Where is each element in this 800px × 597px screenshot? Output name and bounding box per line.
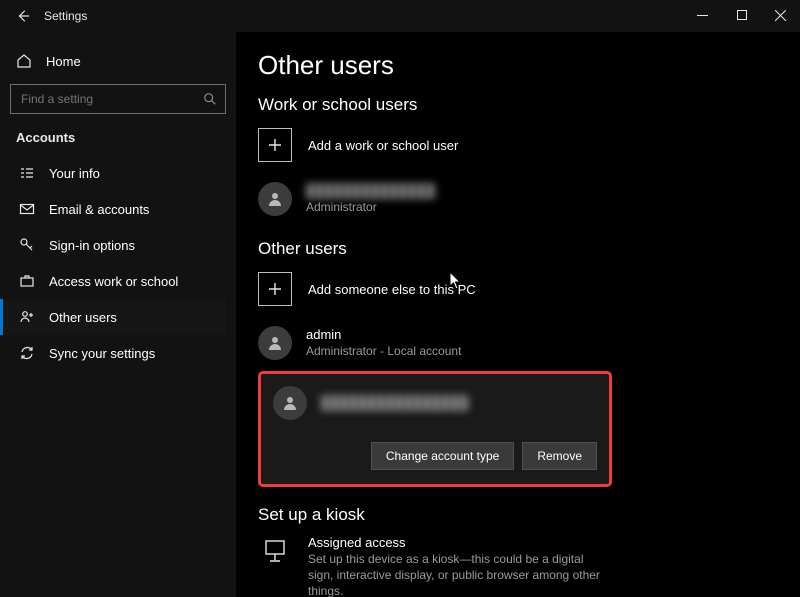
kiosk-icon [264,539,286,563]
add-work-user-button[interactable] [258,128,292,162]
person-plus-icon [19,309,35,325]
other-user-1-name: admin [306,327,461,343]
key-icon [19,237,35,253]
other-user-1-row[interactable]: admin Administrator - Local account [258,321,778,365]
search-icon [203,92,217,106]
add-other-user-row[interactable]: Add someone else to this PC [258,269,778,309]
sidebar-item-label: Email & accounts [49,202,149,217]
home-button[interactable]: Home [10,44,226,78]
selected-user-card: ████████████████ Change account type Rem… [258,371,612,487]
other-user-2-name-hidden: ████████████████ [321,395,468,411]
mail-icon [19,201,35,217]
close-button[interactable] [761,0,800,30]
home-label: Home [46,54,81,69]
sidebar-category: Accounts [16,130,226,145]
sync-icon [19,345,35,361]
kiosk-section-title: Set up a kiosk [258,505,778,525]
sidebar-item-signin-options[interactable]: Sign-in options [0,227,226,263]
sidebar-item-access-work-school[interactable]: Access work or school [0,263,226,299]
close-icon [775,10,786,21]
work-user-name-hidden: ██████████████ [306,183,435,199]
work-user-role: Administrator [306,200,435,215]
remove-user-button[interactable]: Remove [522,442,597,470]
other-user-1-role: Administrator - Local account [306,344,461,359]
sidebar-item-label: Other users [49,310,117,325]
sidebar-item-label: Your info [49,166,100,181]
page-heading: Other users [258,50,778,81]
sidebar-nav: Your info Email & accounts Sign-in optio… [10,155,226,371]
plus-icon [267,281,283,297]
add-work-user-label: Add a work or school user [308,138,458,153]
minimize-button[interactable] [683,0,722,30]
sidebar-item-other-users[interactable]: Other users [0,299,226,335]
avatar [258,326,292,360]
assigned-access-title: Assigned access [308,535,608,550]
sidebar-item-sync-settings[interactable]: Sync your settings [0,335,226,371]
change-account-type-button[interactable]: Change account type [371,442,514,470]
sidebar-item-label: Sync your settings [49,346,155,361]
add-other-user-label: Add someone else to this PC [308,282,476,297]
other-user-2-row[interactable]: ████████████████ [273,386,597,420]
window-controls [683,0,800,30]
sidebar-item-email-accounts[interactable]: Email & accounts [0,191,226,227]
sidebar-item-label: Access work or school [49,274,178,289]
window-title: Settings [44,9,87,23]
sidebar-item-your-info[interactable]: Your info [0,155,226,191]
person-icon [267,335,283,351]
search-field[interactable] [10,84,226,114]
assigned-access-row[interactable]: Assigned access Set up this device as a … [258,535,778,597]
work-user-row[interactable]: ██████████████ Administrator [258,177,778,221]
back-button[interactable] [6,0,40,32]
person-icon [267,191,283,207]
avatar [273,386,307,420]
other-section-title: Other users [258,239,778,259]
main-content: Other users Work or school users Add a w… [236,32,800,597]
home-icon [16,53,32,69]
kiosk-icon-box [258,535,292,597]
sidebar: Home Accounts Your info Email & accounts… [0,32,236,597]
arrow-left-icon [16,9,30,23]
avatar [258,182,292,216]
maximize-button[interactable] [722,0,761,30]
sidebar-item-label: Sign-in options [49,238,135,253]
minimize-icon [697,10,708,21]
maximize-icon [737,10,747,20]
titlebar: Settings [0,0,800,32]
plus-icon [267,137,283,153]
search-input[interactable] [19,91,203,107]
person-icon [282,395,298,411]
add-work-user-row[interactable]: Add a work or school user [258,125,778,165]
lines-icon [19,165,35,181]
briefcase-icon [19,273,35,289]
add-other-user-button[interactable] [258,272,292,306]
work-section-title: Work or school users [258,95,778,115]
assigned-access-desc: Set up this device as a kiosk—this could… [308,551,608,597]
